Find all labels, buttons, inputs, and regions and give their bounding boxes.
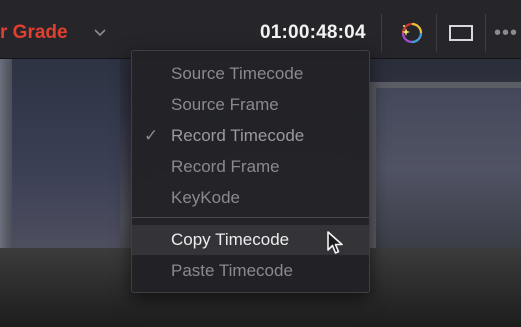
toolbar-divider	[436, 14, 437, 52]
menu-item-keykode[interactable]: KeyKode	[132, 183, 369, 213]
more-options-icon[interactable]: •••	[494, 23, 518, 43]
menu-item-label: Record Timecode	[171, 126, 305, 145]
menu-item-record-timecode[interactable]: ✓ Record Timecode	[132, 121, 369, 151]
viewer-scene-window	[370, 82, 521, 248]
menu-item-label: Copy Timecode	[171, 230, 290, 249]
checkmark-icon: ✓	[144, 126, 159, 145]
menu-item-label: Record Frame	[171, 157, 280, 176]
app-window: r Grade 01:00:48:04 ••• Source Timecode …	[0, 0, 521, 327]
menu-item-label: Source Timecode	[171, 64, 304, 83]
chevron-down-icon[interactable]	[94, 28, 106, 38]
menu-item-source-frame[interactable]: Source Frame	[132, 90, 369, 120]
menu-divider	[132, 217, 369, 218]
timecode-context-menu: Source Timecode Source Frame ✓ Record Ti…	[131, 50, 370, 293]
toolbar-divider	[485, 14, 486, 52]
menu-item-source-timecode[interactable]: Source Timecode	[132, 59, 369, 89]
mouse-pointer-icon	[327, 231, 343, 254]
menu-item-label: KeyKode	[171, 188, 240, 207]
menu-item-label: Paste Timecode	[171, 261, 293, 280]
color-wheel-sparkle-icon[interactable]	[396, 18, 426, 48]
timecode-display[interactable]: 01:00:48:04	[260, 22, 366, 44]
viewer-frame-icon[interactable]	[446, 18, 476, 48]
menu-item-record-frame[interactable]: Record Frame	[132, 152, 369, 182]
toolbar-divider	[381, 14, 382, 52]
page-mode-label[interactable]: r Grade	[0, 22, 68, 44]
menu-item-paste-timecode[interactable]: Paste Timecode	[132, 256, 369, 286]
menu-item-label: Source Frame	[171, 95, 279, 114]
